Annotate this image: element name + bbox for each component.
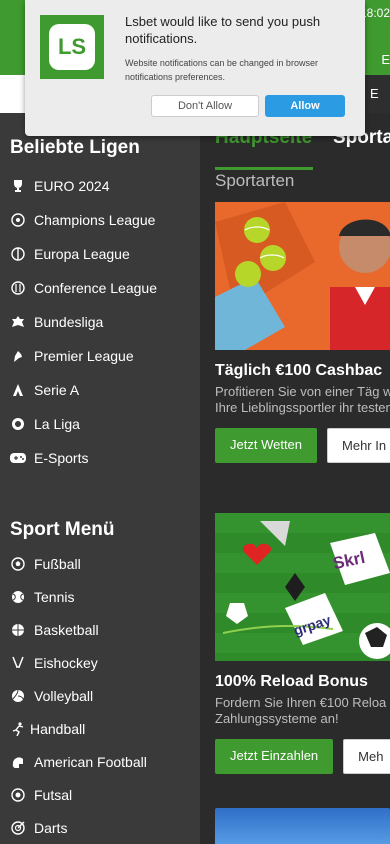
champions-league-icon <box>10 212 26 228</box>
sidebar-item-label: EURO 2024 <box>34 178 110 194</box>
deposit-now-button[interactable]: Jetzt Einzahlen <box>215 739 334 774</box>
premier-league-icon <box>10 348 26 364</box>
dialog-description: Website notifications can be changed in … <box>125 58 318 82</box>
bundesliga-icon <box>10 314 26 330</box>
trophy-icon <box>10 178 26 194</box>
sidebar-item-darts[interactable]: Darts <box>0 811 200 844</box>
promo-card-cashback: Täglich €100 Cashbac Profitieren Sie von… <box>215 202 390 463</box>
sidebar-item-label: Volleyball <box>34 687 94 704</box>
sport-menu-list: Fußball Tennis Basketball Eishockey Voll… <box>0 547 200 844</box>
dont-allow-button[interactable]: Don't Allow <box>151 95 259 117</box>
section-title: Sportarten <box>215 171 295 190</box>
allow-button[interactable]: Allow <box>265 95 345 117</box>
sidebar-item-champions-league[interactable]: Champions League <box>0 203 200 237</box>
sidebar-item-tennis[interactable]: Tennis <box>0 580 200 613</box>
sidebar-item-label: Fußball <box>34 555 81 572</box>
sidebar-item-label: La Liga <box>34 416 80 432</box>
promo-title: Täglich €100 Cashbac <box>215 362 383 379</box>
promo-actions: Jetzt Einzahlen Meh <box>215 739 390 774</box>
futsal-icon <box>10 787 26 803</box>
sidebar-item-label: Futsal <box>34 786 73 803</box>
popular-leagues-title: Beliebte Ligen <box>10 137 140 158</box>
more-info-button[interactable]: Mehr In <box>327 428 390 463</box>
sidebar-item-e-sports[interactable]: E-Sports <box>0 441 200 475</box>
sidebar-item-basketball[interactable]: Basketball <box>0 613 200 646</box>
handball-icon <box>10 721 26 737</box>
sidebar-item-label: Eishockey <box>34 654 98 671</box>
sidebar-item-fussball[interactable]: Fußball <box>0 547 200 580</box>
tennis-promo-image[interactable] <box>215 202 390 350</box>
la-liga-icon <box>10 416 26 432</box>
promo-card-reload: Skrl grpay 100% Reload Bonus Fordern Sie… <box>215 513 390 774</box>
conference-league-icon <box>10 280 26 296</box>
sidebar-item-label: Europa League <box>34 246 130 262</box>
promo-description: Profitieren Sie von einer Täg wie Ihre L… <box>215 384 390 415</box>
sidebar-item-conference-league[interactable]: Conference League <box>0 271 200 305</box>
logo-text: LS <box>49 24 95 70</box>
sidebar-item-premier-league[interactable]: Premier League <box>0 339 200 373</box>
login-initial: E <box>370 86 379 101</box>
sidebar-item-label: Champions League <box>34 212 156 228</box>
popular-leagues-list: EURO 2024 Champions League Europa League… <box>0 169 200 475</box>
dialog-title: Lsbet would like to send you push notifi… <box>125 14 321 46</box>
sidebar-item-label: American Football <box>34 753 147 770</box>
gamepad-icon <box>10 450 26 466</box>
soccer-ball-icon <box>10 556 26 572</box>
sidebar-item-american-football[interactable]: American Football <box>0 745 200 778</box>
volleyball-icon <box>10 688 26 704</box>
sidebar-item-euro-2024[interactable]: EURO 2024 <box>0 169 200 203</box>
sidebar-item-label: Conference League <box>34 280 157 296</box>
sidebar-item-label: Bundesliga <box>34 314 104 330</box>
bet-now-button[interactable]: Jetzt Wetten <box>215 428 318 463</box>
sidebar-item-label: Tennis <box>34 588 75 605</box>
sidebar-item-label: Darts <box>34 819 68 836</box>
reload-promo-image[interactable]: Skrl grpay <box>215 513 390 661</box>
tennis-ball-icon <box>10 589 26 605</box>
sidebar-item-label: Premier League <box>34 348 134 364</box>
next-promo-image[interactable] <box>215 808 390 844</box>
sidebar-item-eishockey[interactable]: Eishockey <box>0 646 200 679</box>
sidebar-item-label: Serie A <box>34 382 80 398</box>
darts-icon <box>10 820 26 836</box>
sidebar-item-label: E-Sports <box>34 450 89 466</box>
sidebar-item-europa-league[interactable]: Europa League <box>0 237 200 271</box>
american-football-icon <box>10 754 26 770</box>
main-content: Hauptseite Sporta Sportarten Täglich €10… <box>200 113 390 844</box>
lsbet-logo: LS <box>40 15 104 79</box>
promo-actions: Jetzt Wetten Mehr In <box>215 428 390 463</box>
more-info-button[interactable]: Meh <box>343 739 390 774</box>
sidebar-item-handball[interactable]: Handball <box>0 712 200 745</box>
sidebar-item-label: Basketball <box>34 621 99 638</box>
sidebar-item-volleyball[interactable]: Volleyball <box>0 679 200 712</box>
push-notification-dialog: LS Lsbet would like to send you push not… <box>25 0 365 136</box>
promo-description: Fordern Sie Ihren €100 Reloa Zahlungssys… <box>215 695 387 726</box>
europa-league-icon <box>10 246 26 262</box>
sidebar-item-bundesliga[interactable]: Bundesliga <box>0 305 200 339</box>
sidebar-item-la-liga[interactable]: La Liga <box>0 407 200 441</box>
sidebar: Beliebte Ligen EURO 2024 Champions Leagu… <box>0 113 200 844</box>
account-initial[interactable]: E <box>381 52 390 67</box>
promo-title: 100% Reload Bonus <box>215 673 368 690</box>
sidebar-item-futsal[interactable]: Futsal <box>0 778 200 811</box>
basketball-icon <box>10 622 26 638</box>
sidebar-item-label: Handball <box>30 720 86 737</box>
serie-a-icon <box>10 382 26 398</box>
active-tab-indicator <box>215 167 313 170</box>
sidebar-item-serie-a[interactable]: Serie A <box>0 373 200 407</box>
ice-hockey-icon <box>10 655 26 671</box>
sport-menu-title: Sport Menü <box>10 519 115 540</box>
